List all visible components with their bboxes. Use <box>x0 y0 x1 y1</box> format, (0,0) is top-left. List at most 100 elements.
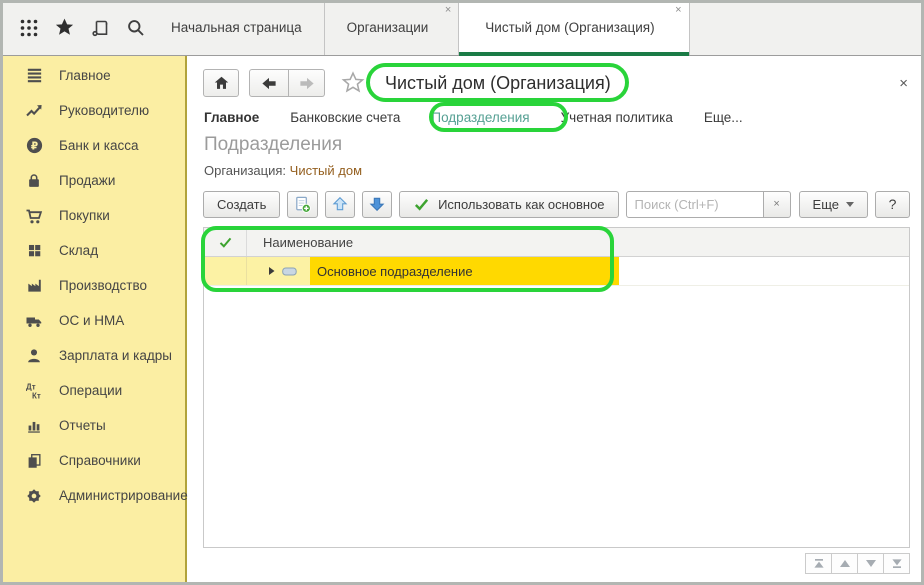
move-up-button[interactable] <box>325 191 355 218</box>
row-indent-cell <box>247 257 310 285</box>
form-tab-glavnoe[interactable]: Главное <box>204 110 259 125</box>
search-input[interactable] <box>626 191 764 218</box>
app-window: Начальная страница Организации × Чистый … <box>0 0 924 585</box>
warehouse-grid-icon <box>24 241 44 261</box>
person-icon <box>24 346 44 366</box>
sidebar-item-label: Руководителю <box>59 103 149 118</box>
search-group: × Еще ? <box>626 191 910 218</box>
sidebar-item-label: Склад <box>59 243 98 258</box>
debit-credit-icon: Дт Кт <box>24 381 44 401</box>
scroll-bottom-button[interactable] <box>883 553 910 574</box>
menu-lines-icon <box>24 66 44 86</box>
table-row[interactable]: Основное подразделение <box>204 257 909 286</box>
sidebar-item-pokupki[interactable]: Покупки <box>0 198 185 233</box>
back-arrow-icon <box>260 75 278 92</box>
list-scroll-buttons <box>806 553 910 574</box>
svg-text:₽: ₽ <box>30 140 37 152</box>
sidebar-item-glavnoe[interactable]: Главное <box>0 58 185 93</box>
sidebar-item-label: Производство <box>59 278 147 293</box>
svg-text:Дт: Дт <box>26 382 36 391</box>
help-button[interactable]: ? <box>875 191 910 218</box>
organization-filter: Организация: Чистый дом <box>204 163 362 178</box>
history-nav-group <box>249 69 325 97</box>
sidebar-item-os-i-nma[interactable]: ОС и НМА <box>0 303 185 338</box>
sidebar-item-label: Отчеты <box>59 418 106 433</box>
reference-books-icon <box>24 451 44 471</box>
departments-list: Наименование Основное подразделение <box>203 227 910 548</box>
create-group-icon <box>293 195 312 214</box>
row-status-cell <box>204 257 247 285</box>
move-down-icon <box>368 195 386 213</box>
form-title: Чистый дом (Организация) <box>385 73 611 94</box>
close-icon[interactable]: × <box>675 5 681 16</box>
create-button[interactable]: Создать <box>203 191 280 218</box>
home-button[interactable] <box>203 69 239 97</box>
row-name-cell[interactable]: Основное подразделение <box>310 257 619 285</box>
favorites-star-icon[interactable] <box>52 15 78 41</box>
back-button[interactable] <box>249 69 289 97</box>
gear-icon <box>24 486 44 506</box>
sidebar-item-rukovoditelyu[interactable]: Руководителю <box>0 93 185 128</box>
search-clear-button[interactable]: × <box>764 191 791 218</box>
scroll-top-icon <box>813 558 825 569</box>
forward-arrow-icon <box>298 75 316 92</box>
sidebar-item-label: Главное <box>59 68 111 83</box>
scroll-bottom-icon <box>891 558 903 569</box>
form-tab-uchetnaya-politika[interactable]: Учетная политика <box>561 110 673 125</box>
history-icon[interactable] <box>88 15 114 41</box>
organization-label: Организация: <box>204 163 286 178</box>
sidebar-item-label: Операции <box>59 383 122 398</box>
sidebar-item-prodazhi[interactable]: Продажи <box>0 163 185 198</box>
tab-chisty-dom[interactable]: Чистый дом (Организация) × <box>459 0 689 55</box>
more-button[interactable]: Еще <box>799 191 868 218</box>
list-toolbar: Создать <box>203 190 910 218</box>
organization-link[interactable]: Чистый дом <box>290 163 362 178</box>
form-tab-bar: Главное Банковские счета Подразделения У… <box>204 104 743 130</box>
sidebar-item-spravochniki[interactable]: Справочники <box>0 443 185 478</box>
home-icon <box>212 74 231 92</box>
tab-start-page[interactable]: Начальная страница <box>149 0 325 55</box>
form-tab-podrazdeleniya[interactable]: Подразделения <box>431 110 529 125</box>
scroll-top-button[interactable] <box>805 553 832 574</box>
star-outline-icon[interactable] <box>341 71 365 95</box>
sidebar-item-label: Справочники <box>59 453 141 468</box>
apps-grid-icon[interactable] <box>16 15 42 41</box>
truck-icon <box>24 311 44 331</box>
sidebar-item-bank-i-kassa[interactable]: ₽ Банк и касса <box>0 128 185 163</box>
sections-panel: Главное Руководителю ₽ Банк и касса <box>0 56 187 585</box>
name-column-header[interactable]: Наименование <box>247 228 909 256</box>
trend-up-icon <box>24 101 44 121</box>
green-check-icon <box>413 196 430 213</box>
move-up-icon <box>331 195 349 213</box>
more-label: Еще <box>813 197 839 212</box>
section-title: Подразделения <box>204 134 342 156</box>
sidebar-item-otchety[interactable]: Отчеты <box>0 408 185 443</box>
sidebar-item-sklad[interactable]: Склад <box>0 233 185 268</box>
form-tab-more[interactable]: Еще... <box>704 110 743 125</box>
close-icon[interactable]: × <box>445 5 451 16</box>
form-close-icon[interactable]: × <box>895 73 912 94</box>
quick-toolbar <box>0 0 149 55</box>
sidebar-item-operacii[interactable]: Дт Кт Операции <box>0 373 185 408</box>
search-icon[interactable] <box>123 15 149 41</box>
sidebar-item-administrirovanie[interactable]: Администрирование <box>0 478 185 513</box>
move-down-button[interactable] <box>362 191 392 218</box>
scroll-up-icon <box>839 558 851 569</box>
scroll-down-button[interactable] <box>857 553 884 574</box>
tab-label: Начальная страница <box>171 20 302 35</box>
scroll-up-button[interactable] <box>831 553 858 574</box>
forward-button[interactable] <box>289 69 325 97</box>
sidebar-item-zarplata-i-kadry[interactable]: Зарплата и кадры <box>0 338 185 373</box>
top-panel: Начальная страница Организации × Чистый … <box>0 0 924 56</box>
scroll-down-icon <box>865 558 877 569</box>
form-tab-bankovskie-scheta[interactable]: Банковские счета <box>290 110 400 125</box>
sidebar-item-proizvodstvo[interactable]: Производство <box>0 268 185 303</box>
create-group-button[interactable] <box>287 191 317 218</box>
use-as-main-label: Использовать как основное <box>438 197 604 212</box>
tab-organizations[interactable]: Организации × <box>325 0 460 55</box>
main-flag-column-header[interactable] <box>204 228 247 256</box>
svg-text:Кт: Кт <box>32 391 41 400</box>
expand-triangle-icon[interactable] <box>269 267 275 275</box>
row-filler <box>619 257 909 285</box>
use-as-main-button[interactable]: Использовать как основное <box>399 191 618 218</box>
